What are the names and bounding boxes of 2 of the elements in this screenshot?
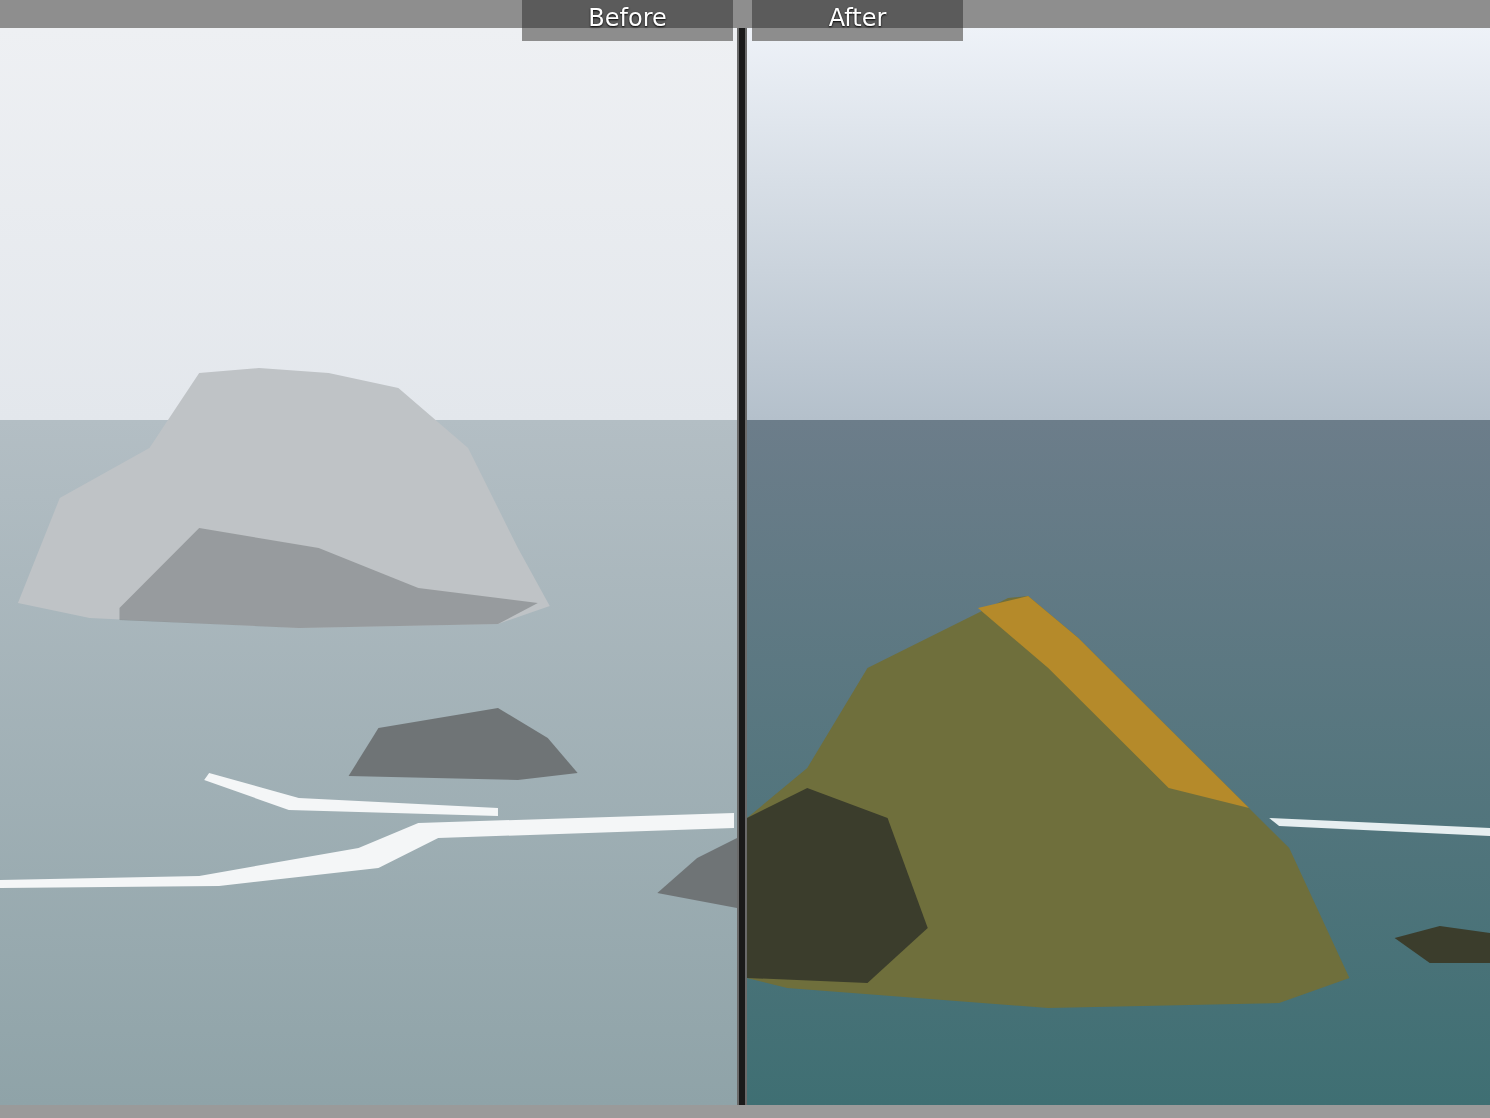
view-label: After	[752, 0, 963, 41]
view-label: Before	[522, 0, 733, 41]
